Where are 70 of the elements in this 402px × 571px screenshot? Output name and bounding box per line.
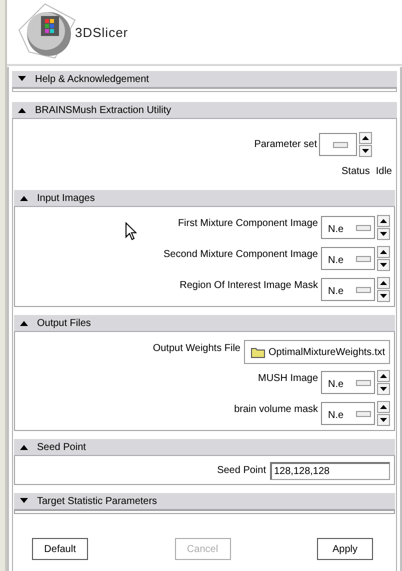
menu-indicator-icon (356, 380, 371, 386)
selector-value: N.e (328, 378, 345, 390)
section-header[interactable]: Seed Point (14, 439, 395, 456)
field-label: Region Of Interest Image Mask (180, 280, 318, 291)
section-header[interactable]: Output Files (14, 315, 395, 332)
down-arrow-icon (380, 263, 387, 267)
mouse-cursor-icon (125, 222, 137, 241)
spin-down-button[interactable] (377, 414, 390, 426)
field-label: Second Mixture Component Image (163, 249, 318, 260)
section-header[interactable]: Help & Acknowledgement (12, 71, 397, 88)
section-title: Seed Point (37, 442, 86, 452)
field-label: brain volume mask (234, 404, 318, 415)
up-arrow-icon (380, 219, 387, 223)
section-header[interactable]: BRAINSMush Extraction Utility (12, 102, 397, 119)
section-title: Output Files (37, 318, 91, 328)
spin-up-button[interactable] (359, 132, 372, 144)
spin-down-button[interactable] (377, 290, 390, 302)
spin-up-button[interactable] (377, 246, 390, 258)
spin-up-button[interactable] (377, 215, 390, 227)
section-title: Help & Acknowledgement (35, 74, 149, 84)
node-selector[interactable]: N.e (321, 216, 375, 239)
node-selector[interactable]: N.e (321, 278, 375, 301)
spin-down-button[interactable] (377, 259, 390, 271)
up-arrow-icon (362, 136, 369, 140)
field-label: First Mixture Component Image (178, 218, 318, 229)
field-label: Seed Point (217, 465, 266, 476)
field-label: Parameter set (254, 139, 317, 150)
section-title: Target Statistic Parameters (37, 496, 158, 506)
spin-down-button[interactable] (359, 145, 372, 157)
down-arrow-icon (380, 387, 387, 391)
selector-value: N.e (328, 286, 345, 296)
menu-indicator-icon (356, 256, 371, 262)
up-arrow-icon (380, 281, 387, 285)
app-name: 3DSlicer (75, 24, 128, 40)
node-selector[interactable]: N.e (321, 247, 375, 270)
selector-value: N.e (328, 410, 345, 420)
node-selector[interactable]: N.e (321, 371, 375, 394)
node-selector[interactable]: N.e (321, 402, 375, 425)
spin-down-button[interactable] (377, 383, 390, 395)
text-field[interactable]: 128,128,128 (270, 462, 390, 480)
selector-value: N.e (328, 224, 345, 234)
file-button[interactable]: OptimalMixtureWeights.txt (244, 340, 390, 364)
up-arrow-icon (380, 374, 387, 378)
menu-indicator-icon (333, 142, 348, 148)
spin-up-button[interactable] (377, 370, 390, 382)
down-arrow-icon (380, 418, 387, 422)
field-label: Output Weights File (152, 343, 240, 354)
down-arrow-icon (380, 294, 387, 298)
spin-up-button[interactable] (377, 401, 390, 413)
section-header[interactable]: Input Images (14, 190, 395, 207)
spin-down-button[interactable] (377, 228, 390, 240)
folder-icon (251, 346, 266, 358)
status-label: Status (342, 166, 370, 176)
field-label: MUSH Image (258, 373, 318, 384)
spin-up-button[interactable] (377, 277, 390, 289)
down-arrow-icon (380, 232, 387, 236)
up-arrow-icon (380, 405, 387, 409)
node-selector[interactable] (319, 133, 357, 156)
up-arrow-icon (380, 250, 387, 254)
action-button[interactable]: Default (32, 538, 88, 560)
status-value: Idle (376, 166, 392, 176)
section-title: BRAINSMush Extraction Utility (35, 104, 172, 116)
menu-indicator-icon (356, 286, 371, 292)
section-header[interactable]: Target Statistic Parameters (14, 493, 395, 510)
down-arrow-icon (362, 149, 369, 153)
menu-indicator-icon (356, 224, 371, 230)
section-title: Input Images (37, 192, 95, 204)
selector-value: N.e (328, 254, 345, 266)
menu-indicator-icon (356, 410, 371, 416)
action-button[interactable]: Apply (317, 538, 373, 560)
